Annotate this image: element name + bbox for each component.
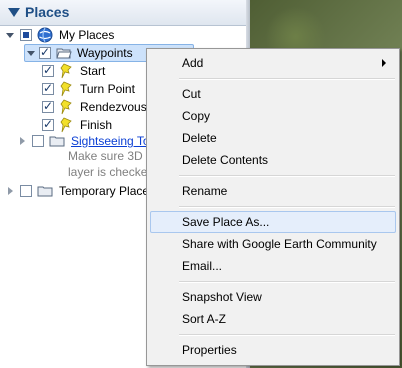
pushpin-icon: [60, 63, 72, 79]
sightseeing-description: Make sure 3D B: [68, 149, 155, 163]
menu-item-label: Copy: [182, 109, 211, 123]
menu-item-properties[interactable]: Properties: [150, 339, 396, 361]
menu-item-label: Rename: [182, 184, 228, 198]
tree-item-start[interactable]: Start: [42, 62, 105, 80]
expand-arrow-icon[interactable]: [18, 137, 26, 145]
menu-item-save-place-as[interactable]: Save Place As...: [150, 211, 396, 233]
tree-item-my-places[interactable]: My Places: [6, 26, 114, 44]
context-menu: Add Cut Copy Delete Delete Contents Rena…: [146, 48, 400, 366]
waypoints-checkbox[interactable]: [39, 45, 51, 59]
pushpin-icon: [60, 117, 72, 133]
places-title: Places: [25, 4, 70, 20]
tree-item-label: My Places: [59, 28, 115, 42]
menu-separator: [179, 175, 395, 177]
open-folder-icon: [56, 48, 72, 59]
menu-item-add[interactable]: Add: [150, 52, 396, 74]
finish-checkbox[interactable]: [42, 117, 54, 131]
menu-item-copy[interactable]: Copy: [150, 105, 396, 127]
menu-item-label: Properties: [182, 343, 237, 357]
menu-item-rename[interactable]: Rename: [150, 180, 396, 202]
tree-item-turn-point[interactable]: Turn Point: [42, 80, 135, 98]
menu-item-sort[interactable]: Sort A-Z: [150, 308, 396, 330]
menu-item-label: Cut: [182, 87, 201, 101]
menu-item-label: Save Place As...: [182, 215, 270, 229]
expand-arrow-icon[interactable]: [6, 187, 14, 195]
submenu-arrow-icon: [382, 59, 386, 67]
menu-item-cut[interactable]: Cut: [150, 83, 396, 105]
menu-item-label: Snapshot View: [182, 290, 262, 304]
menu-separator: [179, 78, 395, 80]
menu-item-label: Email...: [182, 259, 223, 273]
start-checkbox[interactable]: [42, 63, 54, 77]
tree-item-temporary-places[interactable]: Temporary Places: [6, 182, 155, 200]
sightseeing-link[interactable]: Sightseeing Tou: [71, 134, 156, 148]
tree-item-rendezvous[interactable]: Rendezvous: [42, 98, 147, 116]
menu-item-delete[interactable]: Delete: [150, 127, 396, 149]
temporary-places-checkbox[interactable]: [20, 185, 32, 197]
sightseeing-description: layer is checked: [68, 165, 155, 179]
collapse-triangle-icon[interactable]: [8, 8, 20, 17]
rendezvous-checkbox[interactable]: [42, 99, 54, 113]
tree-item-label: Start: [80, 64, 106, 78]
pushpin-icon: [60, 81, 72, 97]
menu-separator: [179, 206, 395, 208]
menu-item-delete-contents[interactable]: Delete Contents: [150, 149, 396, 171]
menu-item-label: Share with Google Earth Community: [182, 237, 377, 251]
tree-item-sightseeing-tour[interactable]: Sightseeing Tou: [18, 132, 156, 150]
tree-item-label: Rendezvous: [80, 100, 147, 114]
menu-item-label: Delete: [182, 131, 217, 145]
folder-icon: [49, 136, 65, 147]
expand-arrow-icon[interactable]: [27, 49, 35, 57]
menu-item-label: Sort A-Z: [182, 312, 227, 326]
menu-item-snapshot-view[interactable]: Snapshot View: [150, 286, 396, 308]
menu-separator: [179, 281, 395, 283]
menu-item-email[interactable]: Email...: [150, 255, 396, 277]
menu-separator: [179, 334, 395, 336]
menu-item-label: Delete Contents: [182, 153, 269, 167]
turn-point-checkbox[interactable]: [42, 81, 54, 95]
tree-item-label: Turn Point: [80, 82, 135, 96]
sightseeing-checkbox[interactable]: [32, 135, 44, 147]
my-places-checkbox[interactable]: [20, 29, 32, 41]
places-header[interactable]: Places: [0, 0, 246, 26]
menu-item-label: Add: [182, 56, 204, 70]
pushpin-icon: [60, 99, 72, 115]
tree-item-label: Finish: [80, 118, 113, 132]
globe-icon: [37, 27, 53, 43]
menu-item-share[interactable]: Share with Google Earth Community: [150, 233, 396, 255]
folder-icon: [37, 186, 53, 197]
expand-arrow-icon[interactable]: [6, 31, 14, 39]
tree-item-label: Temporary Places: [59, 184, 156, 198]
tree-item-label: Waypoints: [77, 46, 133, 60]
